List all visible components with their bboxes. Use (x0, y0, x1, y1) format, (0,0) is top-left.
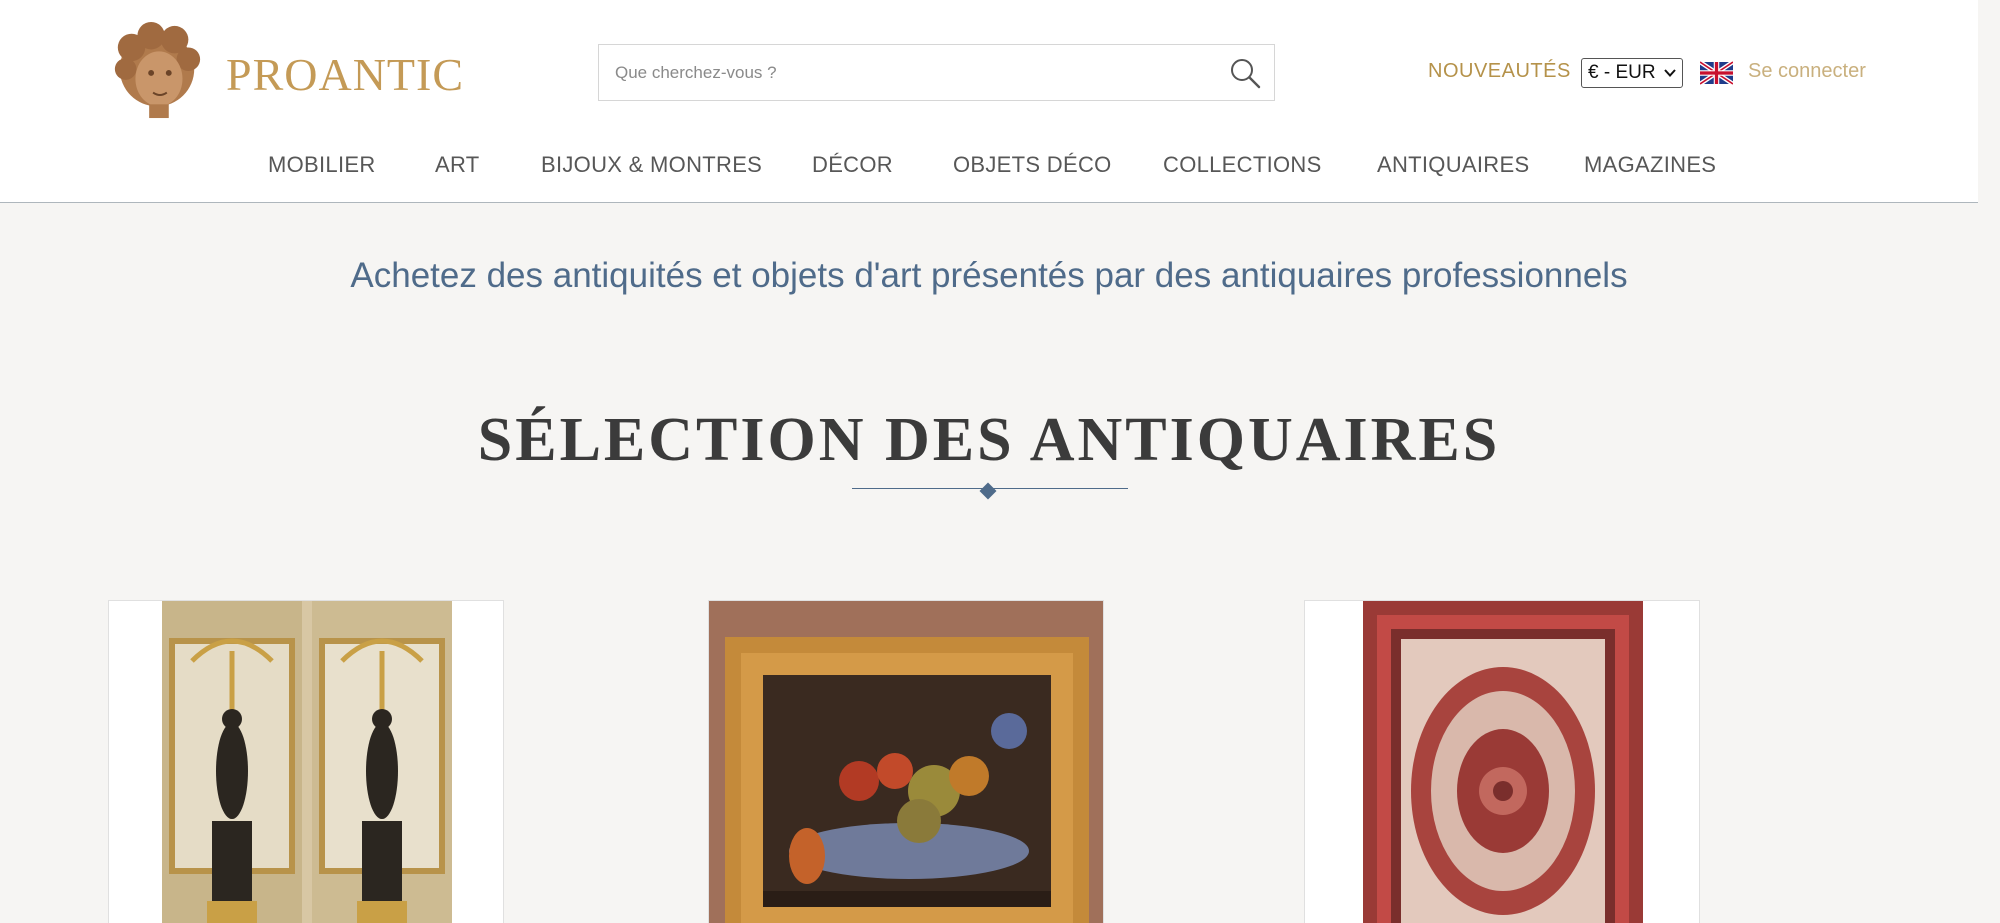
gilt-candelabra-pair-photo (162, 601, 452, 923)
still-life-painting-photo (709, 601, 1103, 923)
uk-flag-icon[interactable] (1700, 60, 1733, 86)
product-card[interactable] (108, 600, 504, 923)
main-nav: MOBILIER ART BIJOUX & MONTRES DÉCOR OBJE… (108, 124, 1850, 202)
oriental-rug-photo (1363, 601, 1643, 923)
chevron-down-icon (1664, 69, 1676, 77)
nav-item-objets-deco[interactable]: OBJETS DÉCO (953, 152, 1112, 178)
nav-item-art[interactable]: ART (435, 152, 480, 178)
nav-item-collections[interactable]: COLLECTIONS (1163, 152, 1322, 178)
nav-item-magazines[interactable]: MAGAZINES (1584, 152, 1716, 178)
nav-item-decor[interactable]: DÉCOR (812, 152, 893, 178)
search-button[interactable] (1224, 53, 1266, 93)
section-title: SÉLECTION DES ANTIQUAIRES (477, 406, 1501, 474)
nav-item-antiquaires[interactable]: ANTIQUAIRES (1377, 152, 1529, 178)
divider-diamond (979, 482, 997, 500)
site-logo[interactable]: PROANTIC (108, 20, 463, 122)
nouveautes-link[interactable]: NOUVEAUTÉS (1428, 60, 1571, 83)
currency-select[interactable]: € - EUR (1581, 58, 1683, 88)
cherub-head-logo-icon (114, 22, 201, 119)
site-tagline: Achetez des antiquités et objets d'art p… (350, 256, 1628, 295)
search-input[interactable] (609, 45, 1209, 100)
product-card[interactable] (708, 600, 1104, 923)
logo-text: PROANTIC (226, 49, 465, 100)
nav-item-mobilier[interactable]: MOBILIER (268, 152, 376, 178)
currency-value: € - EUR (1588, 62, 1656, 83)
nav-item-bijoux-montres[interactable]: BIJOUX & MONTRES (541, 152, 762, 178)
login-link[interactable]: Se connecter (1748, 60, 1866, 83)
product-carousel (108, 528, 1850, 923)
search-icon (1231, 59, 1261, 89)
search-bar (598, 44, 1275, 101)
product-card[interactable] (1304, 600, 1700, 923)
site-header: PROANTIC NOUVEAUTÉS € - EUR Se connecter… (0, 0, 1978, 203)
